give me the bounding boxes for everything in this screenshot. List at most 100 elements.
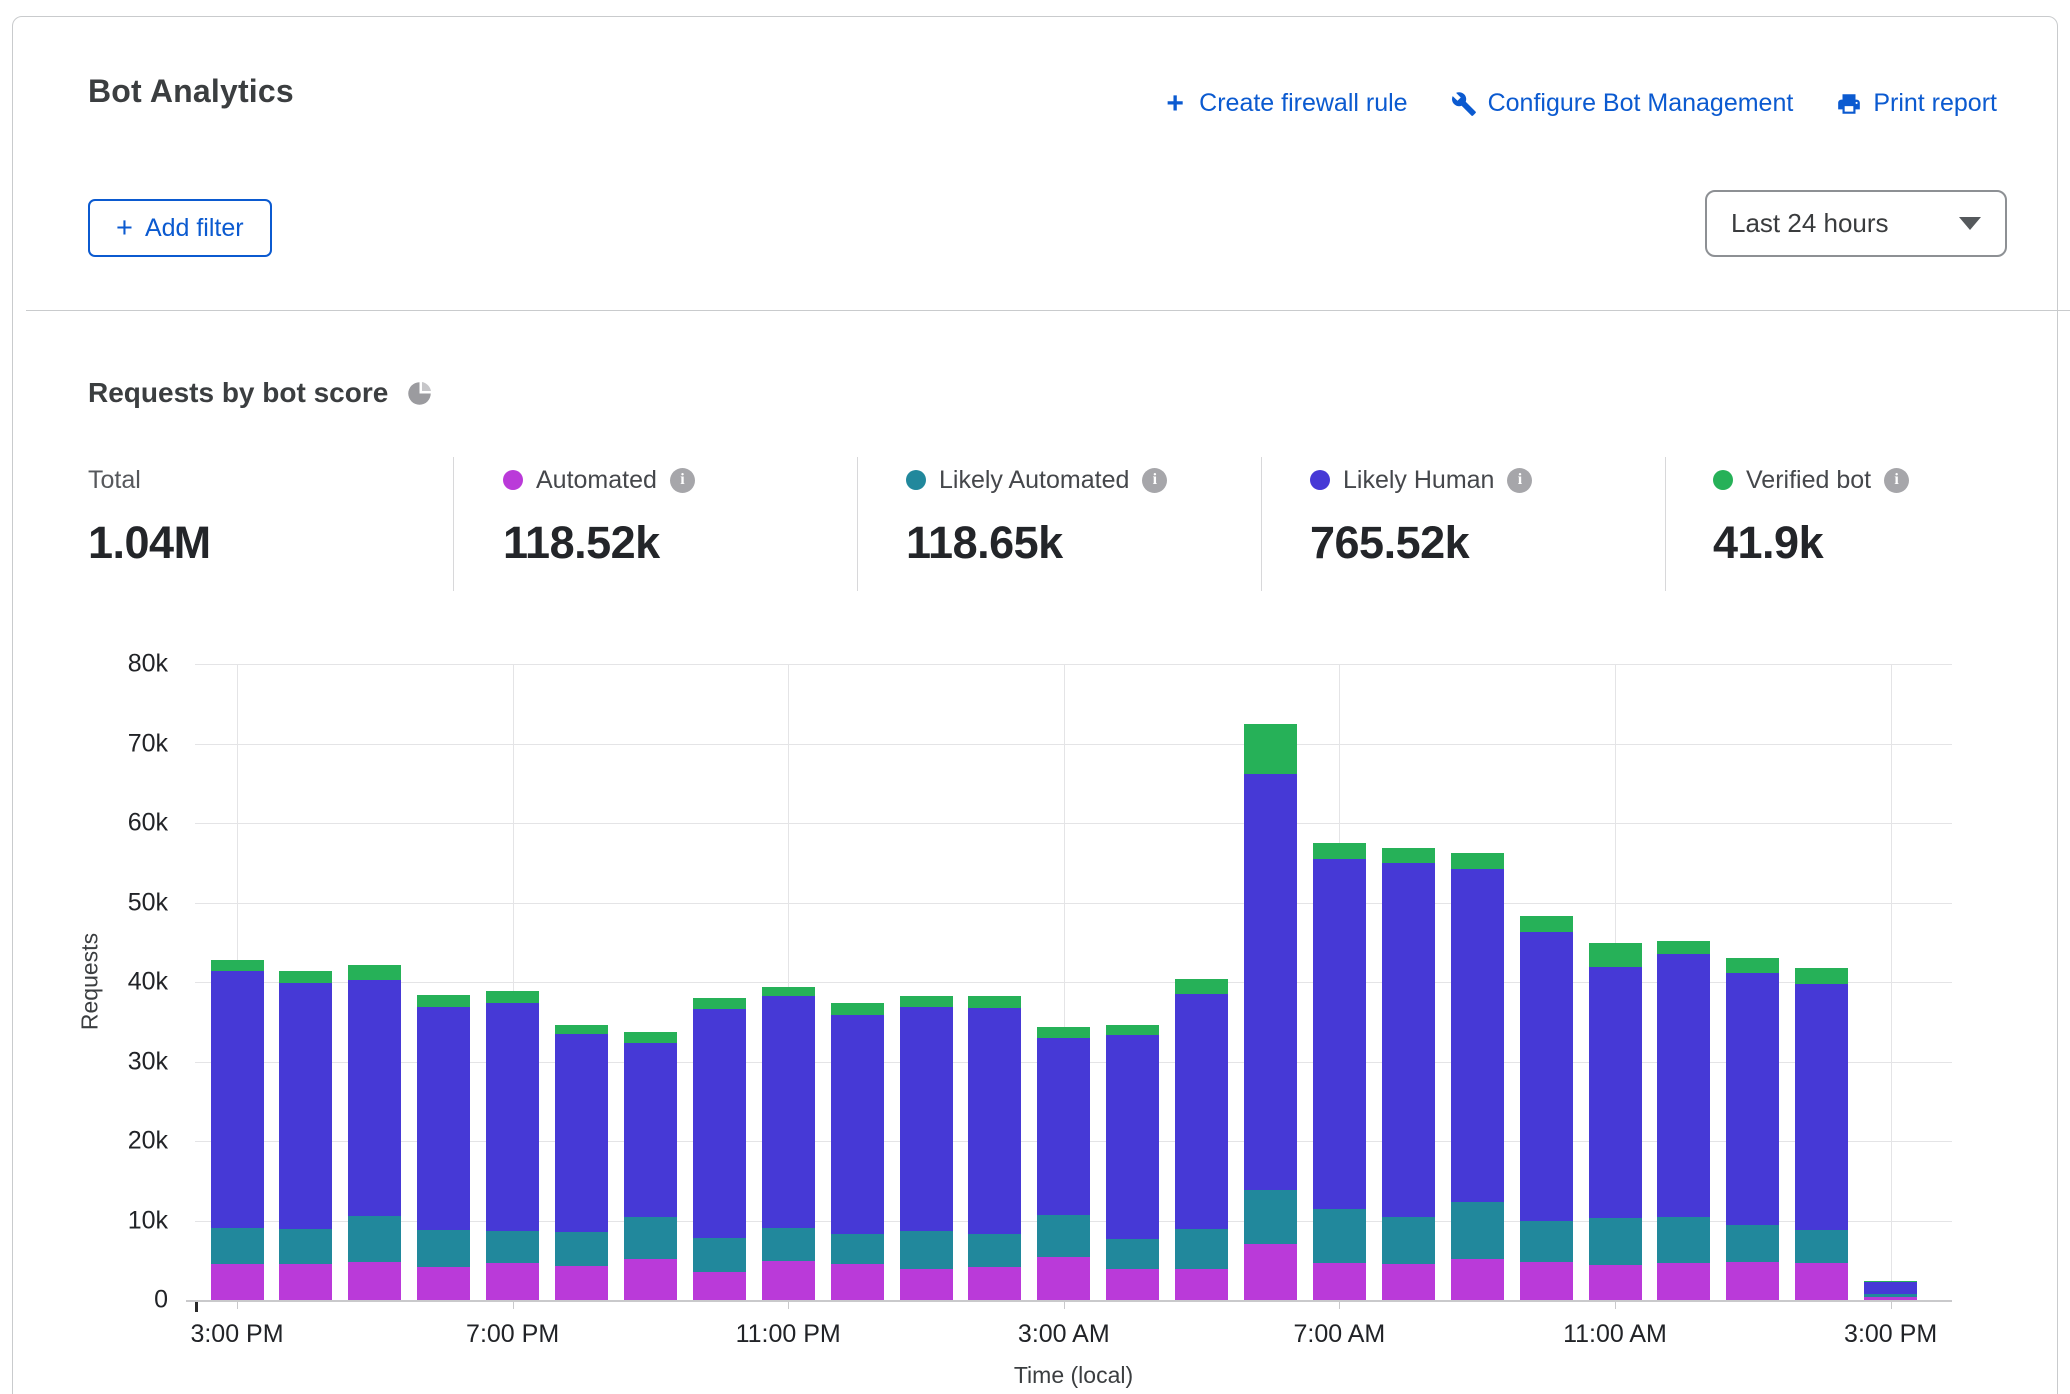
bar-22-verified-bot[interactable] [1726,958,1779,973]
bar-2-likely-human[interactable] [348,980,401,1216]
bar-21-verified-bot[interactable] [1657,941,1710,955]
bar-20-likely-automated[interactable] [1589,1218,1642,1265]
bar-19-automated[interactable] [1520,1262,1573,1300]
bar-22-likely-human[interactable] [1726,973,1779,1225]
bar-11-verified-bot[interactable] [968,996,1021,1008]
bar-24-verified-bot[interactable] [1864,1281,1917,1282]
bar-17-verified-bot[interactable] [1382,848,1435,863]
bar-10-automated[interactable] [900,1269,953,1300]
bar-18-likely-automated[interactable] [1451,1202,1504,1258]
bar-19-likely-automated[interactable] [1520,1221,1573,1262]
bar-23-likely-automated[interactable] [1795,1230,1848,1263]
bar-1-likely-human[interactable] [279,983,332,1229]
bar-1-likely-automated[interactable] [279,1229,332,1264]
bar-4-likely-automated[interactable] [486,1231,539,1264]
bar-23-automated[interactable] [1795,1263,1848,1300]
bar-4-automated[interactable] [486,1263,539,1300]
bar-13-likely-automated[interactable] [1106,1239,1159,1269]
bar-4-likely-human[interactable] [486,1003,539,1230]
bar-20-likely-human[interactable] [1589,967,1642,1218]
bar-8-automated[interactable] [762,1261,815,1300]
bar-16-automated[interactable] [1313,1263,1366,1300]
bar-12-likely-human[interactable] [1037,1038,1090,1215]
bar-18-likely-human[interactable] [1451,869,1504,1202]
bar-16-likely-automated[interactable] [1313,1209,1366,1262]
bar-14-verified-bot[interactable] [1175,979,1228,994]
bar-15-likely-human[interactable] [1244,774,1297,1191]
bar-9-likely-automated[interactable] [831,1234,884,1264]
bar-1-automated[interactable] [279,1264,332,1300]
bar-10-verified-bot[interactable] [900,996,953,1006]
action-configure-bot-management[interactable]: Configure Bot Management [1450,89,1794,118]
bar-12-verified-bot[interactable] [1037,1027,1090,1037]
bar-3-likely-automated[interactable] [417,1230,470,1267]
bar-0-likely-automated[interactable] [211,1228,264,1264]
bar-11-automated[interactable] [968,1267,1021,1300]
bar-6-likely-automated[interactable] [624,1217,677,1260]
bar-14-likely-human[interactable] [1175,994,1228,1229]
bar-5-verified-bot[interactable] [555,1025,608,1035]
bar-23-verified-bot[interactable] [1795,968,1848,984]
bar-14-likely-automated[interactable] [1175,1229,1228,1269]
bar-5-likely-automated[interactable] [555,1232,608,1266]
bar-15-automated[interactable] [1244,1244,1297,1300]
bar-11-likely-automated[interactable] [968,1234,1021,1267]
info-icon[interactable]: i [670,468,695,493]
bar-23-likely-human[interactable] [1795,984,1848,1230]
bar-15-verified-bot[interactable] [1244,724,1297,774]
bar-0-verified-bot[interactable] [211,960,264,971]
bar-21-likely-human[interactable] [1657,954,1710,1217]
bar-15-likely-automated[interactable] [1244,1190,1297,1244]
bar-3-automated[interactable] [417,1267,470,1300]
bar-17-likely-human[interactable] [1382,863,1435,1217]
bar-7-verified-bot[interactable] [693,998,746,1009]
bar-10-likely-human[interactable] [900,1007,953,1231]
action-print-report[interactable]: Print report [1835,89,1997,118]
bar-19-likely-human[interactable] [1520,932,1573,1221]
bar-9-likely-human[interactable] [831,1015,884,1234]
bar-2-verified-bot[interactable] [348,965,401,979]
bar-6-verified-bot[interactable] [624,1032,677,1043]
bar-8-likely-human[interactable] [762,996,815,1227]
bar-24-likely-human[interactable] [1864,1281,1917,1294]
bar-12-likely-automated[interactable] [1037,1215,1090,1257]
bar-7-likely-automated[interactable] [693,1238,746,1272]
bar-21-automated[interactable] [1657,1263,1710,1300]
bar-18-automated[interactable] [1451,1259,1504,1300]
bar-24-likely-automated[interactable] [1864,1294,1917,1297]
info-icon[interactable]: i [1507,468,1532,493]
bar-18-verified-bot[interactable] [1451,853,1504,869]
bar-22-automated[interactable] [1726,1262,1779,1300]
bar-21-likely-automated[interactable] [1657,1217,1710,1263]
info-icon[interactable]: i [1142,468,1167,493]
bar-13-verified-bot[interactable] [1106,1025,1159,1035]
bar-3-verified-bot[interactable] [417,995,470,1007]
bar-9-automated[interactable] [831,1264,884,1300]
bar-20-verified-bot[interactable] [1589,943,1642,967]
time-range-dropdown[interactable]: Last 24 hours [1705,190,2007,257]
bar-11-likely-human[interactable] [968,1008,1021,1234]
bar-8-verified-bot[interactable] [762,987,815,997]
bar-20-automated[interactable] [1589,1265,1642,1300]
bar-6-automated[interactable] [624,1259,677,1300]
action-create-firewall-rule[interactable]: +Create firewall rule [1161,89,1407,118]
bar-16-likely-human[interactable] [1313,859,1366,1210]
bar-1-verified-bot[interactable] [279,971,332,983]
bar-8-likely-automated[interactable] [762,1228,815,1261]
bar-9-verified-bot[interactable] [831,1003,884,1014]
bar-0-likely-human[interactable] [211,971,264,1229]
bar-24-automated[interactable] [1864,1297,1917,1300]
bar-6-likely-human[interactable] [624,1043,677,1216]
bar-2-automated[interactable] [348,1262,401,1300]
bar-13-automated[interactable] [1106,1269,1159,1300]
bar-0-automated[interactable] [211,1264,264,1300]
bar-14-automated[interactable] [1175,1269,1228,1300]
bar-10-likely-automated[interactable] [900,1231,953,1269]
bar-7-likely-human[interactable] [693,1009,746,1238]
bar-22-likely-automated[interactable] [1726,1225,1779,1262]
bar-16-verified-bot[interactable] [1313,843,1366,859]
bar-5-likely-human[interactable] [555,1034,608,1231]
bar-5-automated[interactable] [555,1266,608,1300]
bar-17-automated[interactable] [1382,1264,1435,1300]
bar-3-likely-human[interactable] [417,1007,470,1230]
